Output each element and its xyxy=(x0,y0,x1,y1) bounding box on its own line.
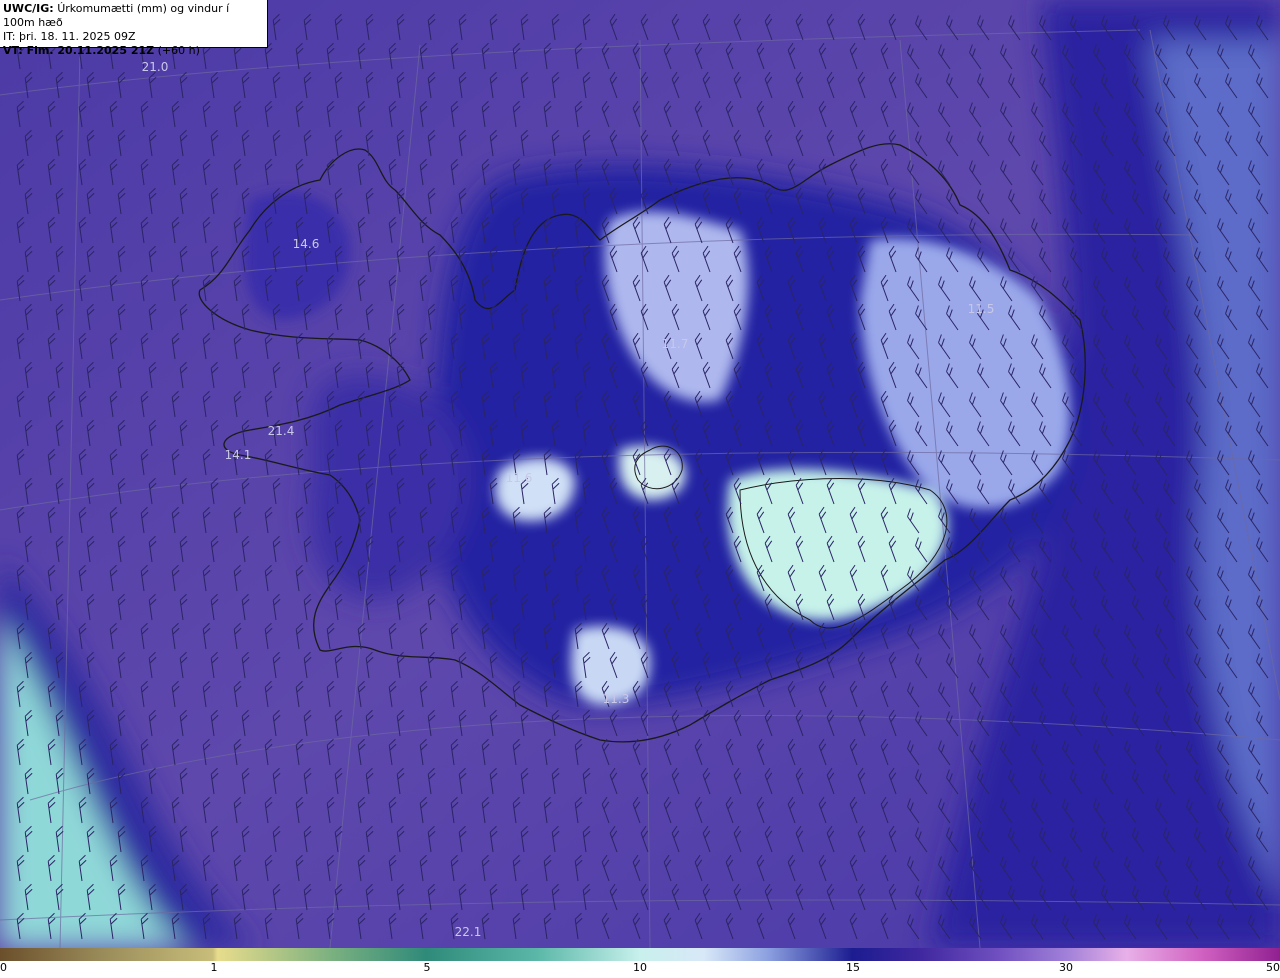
map-value-label: 14.6 xyxy=(292,237,320,251)
map-value-label: 22.1 xyxy=(454,925,482,939)
colorbar-tick-label: 0 xyxy=(0,961,7,974)
colorbar-tick-label: 10 xyxy=(633,961,647,974)
map-value-label: 11.5 xyxy=(967,302,995,316)
forecast-map[interactable]: 21.0 14.6 11.5 11.7 21.4 14.1 11.6 11.3 22.1 UWC… xyxy=(0,0,1280,948)
map-canvas xyxy=(0,0,1280,948)
header-title-line: UWC/IG: Úrkomumætti (mm) og vindur í 100… xyxy=(3,2,264,30)
lead-time: (+60 h) xyxy=(157,44,200,57)
map-value-label: 21.0 xyxy=(141,60,169,74)
map-value-label: 11.3 xyxy=(602,692,630,706)
map-value-label: 11.6 xyxy=(505,471,533,485)
map-value-label: 14.1 xyxy=(224,448,252,462)
colorbar-strip xyxy=(0,948,1280,961)
map-value-label: 21.4 xyxy=(267,424,295,438)
colorbar-tick-label: 30 xyxy=(1059,961,1073,974)
model-code: UWC/IG: xyxy=(3,2,54,15)
colorbar-tick-label: 5 xyxy=(423,961,431,974)
colorbar-tick-label: 1 xyxy=(210,961,218,974)
valid-time: VT: Fim. 20.11.2025 21Z xyxy=(3,44,155,57)
init-time: IT: þri. 18. 11. 2025 09Z xyxy=(3,30,136,43)
valid-time-line: VT: Fim. 20.11.2025 21Z (+60 h) xyxy=(3,44,264,58)
map-value-label: 11.7 xyxy=(661,337,689,351)
map-header: UWC/IG: Úrkomumætti (mm) og vindur í 100… xyxy=(0,0,268,57)
colorbar-tick-label: 50 xyxy=(1266,961,1280,974)
colorbar: 0 1 5 10 15 30 50 xyxy=(0,948,1280,978)
colorbar-tick-label: 15 xyxy=(846,961,860,974)
